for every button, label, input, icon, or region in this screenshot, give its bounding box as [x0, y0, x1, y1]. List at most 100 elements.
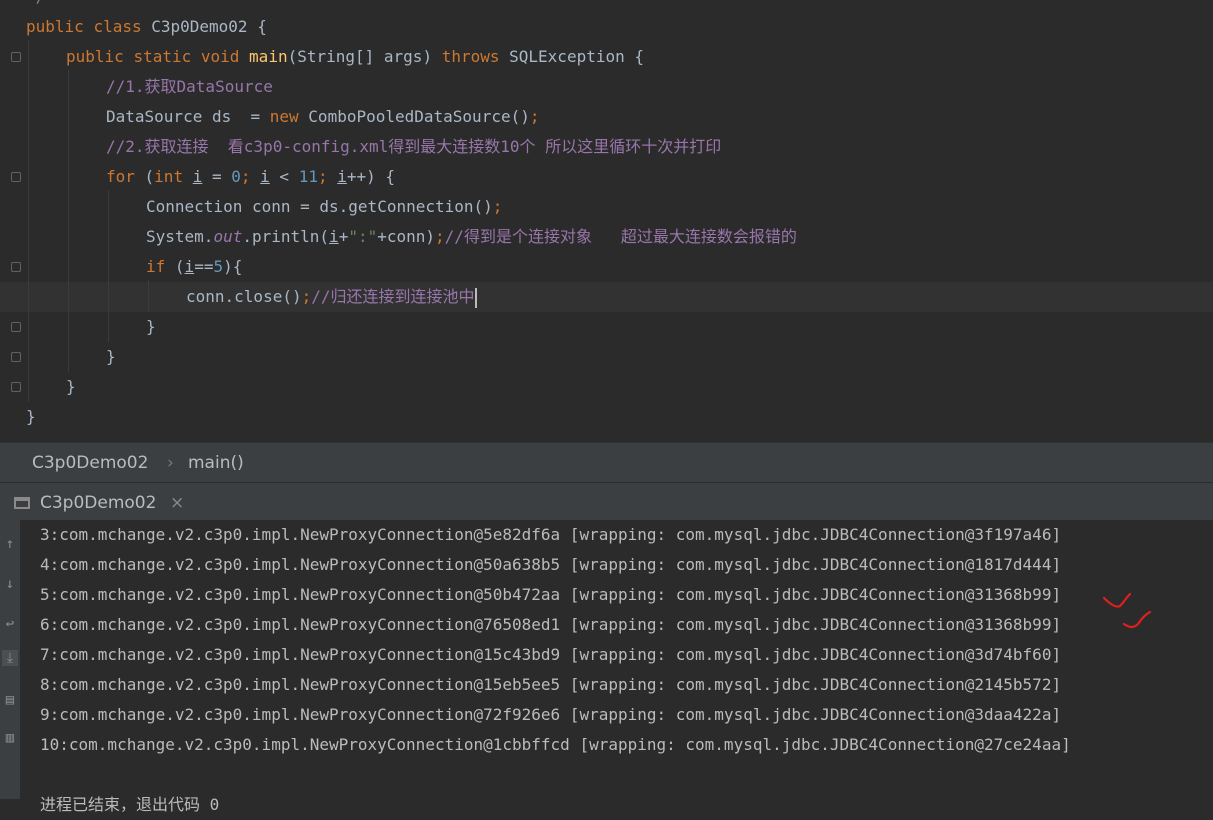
arrow-down-icon[interactable]: ↓ [2, 576, 18, 592]
code-token: ":" [348, 227, 378, 246]
console-line: 5:com.mchange.v2.c3p0.impl.NewProxyConne… [40, 585, 1062, 604]
soft-wrap-icon[interactable]: ↩ [2, 616, 18, 632]
code-token: ; [435, 227, 445, 246]
code-line[interactable]: conn.close();//归还连接到连接池中 [186, 282, 477, 312]
code-line[interactable]: public class C3p0Demo02 { [26, 12, 267, 42]
code-token: i [184, 257, 195, 276]
scroll-to-end-icon[interactable]: ⤓ [2, 650, 18, 666]
code-token: i [192, 167, 203, 186]
code-line[interactable]: System.out.println(i+":"+conn);//得到是个连接对… [146, 222, 797, 252]
code-line[interactable]: //2.获取连接 看c3p0-config.xml得到最大连接数10个 所以这里… [106, 132, 721, 162]
code-line[interactable]: for (int i = 0; i < 11; i++) { [106, 162, 395, 192]
code-token: = [202, 167, 232, 186]
console-line: 6:com.mchange.v2.c3p0.impl.NewProxyConne… [40, 615, 1062, 634]
checkmark-stroke [1102, 592, 1132, 608]
code-token: ; [301, 287, 312, 306]
arrow-up-icon[interactable]: ↑ [2, 536, 18, 552]
fold-marker-icon[interactable] [11, 382, 21, 392]
editor-gutter [0, 0, 24, 442]
indent-guide [148, 280, 149, 312]
code-token: +conn) [377, 227, 436, 246]
code-token: i [329, 227, 339, 246]
breadcrumb-method[interactable]: main() [188, 453, 244, 473]
indent-guide [28, 40, 29, 402]
code-token: ){ [223, 257, 243, 276]
code-token: //得到是个连接对象 超过最大连接数会报错的 [444, 227, 797, 246]
code-line[interactable]: Connection conn = ds.getConnection(); [146, 192, 502, 222]
code-token: i [260, 167, 270, 186]
code-token: } [106, 347, 116, 366]
code-token: out [213, 227, 243, 246]
code-token: ; [317, 167, 338, 186]
code-token: C3p0Demo02 { [151, 17, 267, 36]
console-output[interactable]: 3:com.mchange.v2.c3p0.impl.NewProxyConne… [20, 520, 1213, 814]
code-token: if [146, 257, 175, 276]
console-line: 3:com.mchange.v2.c3p0.impl.NewProxyConne… [40, 525, 1062, 544]
code-line[interactable]: } [106, 342, 116, 372]
fold-marker-icon[interactable] [11, 172, 21, 182]
console-line: 10:com.mchange.v2.c3p0.impl.NewProxyConn… [40, 735, 1071, 754]
run-tool-window-header: C3p0Demo02 × [0, 482, 1213, 521]
red-checkmark-annotation [1102, 592, 1152, 629]
code-line[interactable]: DataSource ds = new ComboPooledDataSourc… [106, 102, 540, 132]
code-token: DataSource ds = [106, 107, 270, 126]
code-token: SQLException { [509, 47, 644, 66]
code-token: new [269, 107, 309, 126]
code-token: ++) { [346, 167, 396, 186]
code-token: + [338, 227, 349, 246]
breadcrumb: C3p0Demo02 › main() [0, 442, 1213, 483]
code-token: static [133, 47, 201, 66]
close-icon[interactable]: × [170, 489, 184, 517]
code-token: conn.close() [186, 287, 302, 306]
code-token: class [93, 17, 152, 36]
code-token: == [194, 257, 214, 276]
code-token: < [269, 167, 299, 186]
print-icon[interactable]: ▤ [2, 692, 18, 708]
code-token: //归还连接到连接池中 [311, 287, 475, 306]
code-token: ComboPooledDataSource() [308, 107, 530, 126]
console-icon [14, 497, 30, 509]
breadcrumb-class[interactable]: C3p0Demo02 [32, 453, 148, 473]
code-token: void [200, 47, 250, 66]
code-token: ( [144, 167, 155, 186]
code-editor[interactable]: */ public class C3p0Demo02 { public stat… [0, 0, 1213, 442]
code-token: //1.获取DataSource [106, 77, 273, 96]
code-token: 5 [213, 257, 224, 276]
code-line[interactable]: //1.获取DataSource [106, 72, 273, 102]
code-line[interactable]: public static void main(String[] args) t… [66, 42, 644, 72]
code-token: main [249, 47, 288, 66]
code-token: } [66, 377, 76, 396]
trash-icon[interactable]: ▥ [2, 730, 18, 746]
code-line[interactable]: } [26, 402, 36, 432]
console-line: 4:com.mchange.v2.c3p0.impl.NewProxyConne… [40, 555, 1062, 574]
code-line[interactable]: } [66, 372, 76, 402]
code-line[interactable]: if (i==5){ [146, 252, 242, 282]
code-token: ; [492, 197, 503, 216]
console-line: 进程已结束，退出代码 0 [40, 795, 220, 814]
code-token: public [26, 17, 94, 36]
console-line: 9:com.mchange.v2.c3p0.impl.NewProxyConne… [40, 705, 1062, 724]
code-token: System. [146, 227, 214, 246]
code-line[interactable]: } [146, 312, 156, 342]
code-token: 0 [231, 167, 241, 186]
run-tab-label: C3p0Demo02 [40, 493, 157, 513]
console-line: 7:com.mchange.v2.c3p0.impl.NewProxyConne… [40, 645, 1062, 664]
current-line-highlight [0, 282, 1213, 312]
code-token: //2.获取连接 看c3p0-config.xml得到最大连接数10个 所以这里… [106, 137, 722, 156]
code-line[interactable]: */ [26, 0, 45, 12]
code-token: ; [240, 167, 261, 186]
console-toolbar: ↑ ↓ ↩ ⤓ ▤ ▥ [0, 520, 21, 799]
code-token: Connection conn = ds.getConnection() [146, 197, 493, 216]
console-line: 8:com.mchange.v2.c3p0.impl.NewProxyConne… [40, 675, 1062, 694]
code-token: public [66, 47, 134, 66]
code-token: ( [174, 257, 185, 276]
indent-guide [108, 190, 109, 342]
code-token: .println( [242, 227, 330, 246]
fold-marker-icon[interactable] [11, 352, 21, 362]
code-token: int [154, 167, 193, 186]
fold-marker-icon[interactable] [11, 322, 21, 332]
code-token: 11 [298, 167, 318, 186]
breadcrumb-separator: › [167, 453, 174, 473]
fold-marker-icon[interactable] [11, 262, 21, 272]
fold-marker-icon[interactable] [11, 52, 21, 62]
